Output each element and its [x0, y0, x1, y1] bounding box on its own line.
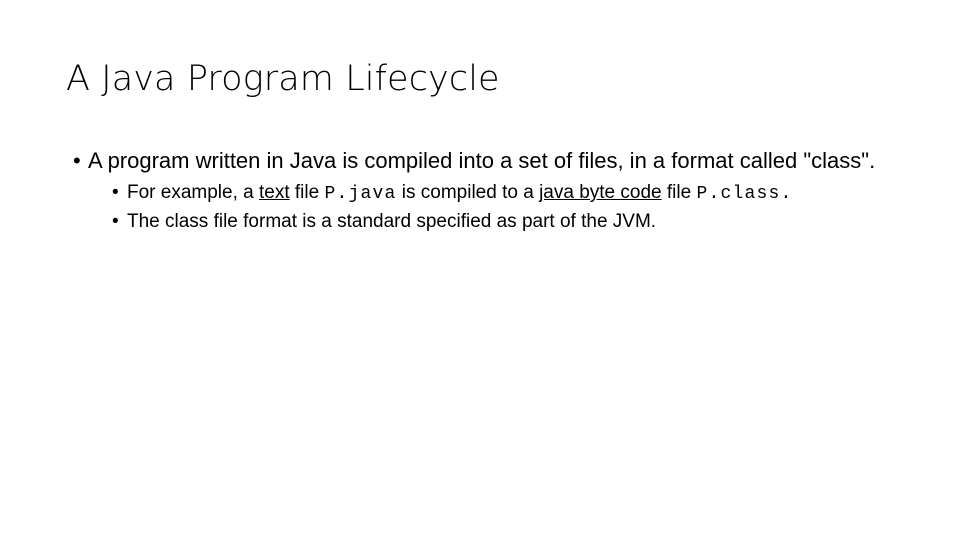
- bullet-dot-icon: •: [73, 148, 81, 173]
- bullet3-text: The class file format is a standard spec…: [127, 211, 657, 232]
- bullet-level2-list: • For example, a text file P.java is comp…: [66, 179, 866, 236]
- bullet2-underlined-text: text: [259, 182, 290, 203]
- bullet2-code-pjava: P.java: [324, 184, 397, 204]
- bullet-dot-icon: •: [112, 182, 119, 203]
- bullet-dot-icon: •: [112, 211, 119, 232]
- slide-canvas: A Java Program Lifecycle • A program writ…: [0, 0, 960, 540]
- bullet1-text-before: A program written in Java is compiled in…: [88, 148, 804, 173]
- bullet-level2-item-example: • For example, a text file P.java is comp…: [111, 179, 827, 208]
- bullet2-underlined-bytecode: java byte code: [539, 182, 662, 203]
- bullet2-part1: For example, a: [127, 182, 259, 203]
- bullet1-quoted-term: "class": [803, 148, 870, 173]
- bullet-level1-item: • A program written in Java is compiled i…: [66, 146, 878, 175]
- bullet2-part4: file: [661, 182, 697, 203]
- bullet-level2-item-classformat: • The class file format is a standard spe…: [111, 208, 827, 236]
- page-title: A Java Program Lifecycle: [66, 59, 500, 99]
- slide-body-content: • A program written in Java is compiled i…: [66, 146, 875, 236]
- bullet2-code-pclass: P.class.: [696, 184, 793, 204]
- bullet2-part2: file: [289, 182, 325, 203]
- bullet1-text-after: .: [869, 148, 876, 173]
- bullet2-part3: is compiled to a: [396, 182, 540, 203]
